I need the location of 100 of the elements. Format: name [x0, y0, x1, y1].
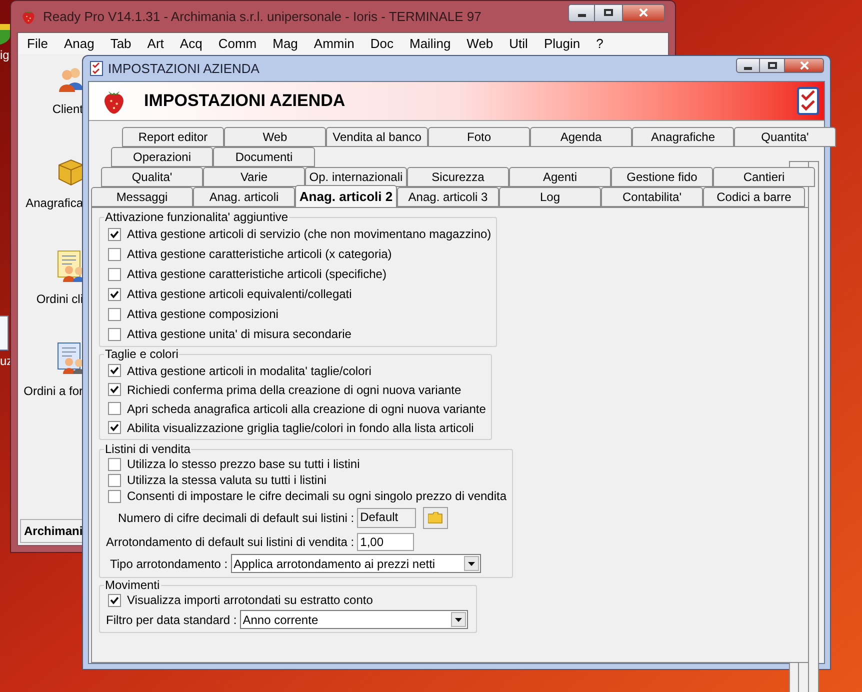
tab[interactable]: Anag. articoli — [193, 187, 295, 207]
checkbox-label: Utilizza lo stesso prezzo base su tutti i listini — [127, 457, 360, 471]
menu-item[interactable]: Mag — [272, 34, 298, 54]
window-title: Ready Pro V14.1.31 - Archimania s.r.l. unipersonale - Ioris - TERMINALE 97 — [43, 8, 482, 26]
menu-item[interactable]: Plugin — [544, 34, 580, 54]
checkbox[interactable] — [108, 594, 121, 606]
caret-icon — [454, 618, 462, 622]
field-label: Filtro per data standard : — [106, 612, 237, 626]
dropdown[interactable]: Anno corrente — [240, 610, 468, 629]
dropdown[interactable]: Applica arrotondamento ai prezzi netti — [230, 554, 481, 573]
tab[interactable]: Foto — [428, 127, 530, 147]
group-title: Movimenti — [104, 578, 161, 592]
shortcut-label[interactable]: Anagrafica — [26, 194, 83, 212]
checkbox[interactable] — [108, 248, 121, 260]
tab[interactable]: Sicurezza — [407, 167, 509, 187]
checkbox[interactable] — [108, 308, 121, 320]
close-button[interactable] — [784, 58, 824, 73]
group-title: Listini di vendita — [104, 442, 192, 456]
checkbox-label: Abilita visualizzazione griglia taglie/colori in fondo alla lista articoli — [127, 420, 474, 434]
header-title: IMPOSTAZIONI AZIENDA — [144, 90, 346, 112]
menu-item[interactable]: Web — [466, 34, 494, 54]
checkbox[interactable] — [108, 383, 121, 396]
checkbox[interactable] — [108, 288, 121, 300]
status-bar-text: Archimani — [24, 523, 83, 540]
checkbox[interactable] — [108, 328, 121, 340]
window-title: IMPOSTAZIONI AZIENDA — [108, 60, 260, 78]
caret-icon — [468, 562, 475, 566]
tab[interactable]: Gestione fido — [611, 167, 713, 187]
checkbox-label: Attiva gestione caratteristiche articoli (x categoria) — [127, 247, 392, 261]
close-button[interactable] — [622, 4, 665, 22]
checkbox-label: Richiedi conferma prima della creazione di ogni nuova variante — [127, 382, 462, 396]
checkbox[interactable] — [108, 268, 121, 280]
shortcut-label[interactable]: Client — [52, 100, 83, 118]
shortcut-label[interactable]: Ordini a for — [24, 382, 83, 400]
folder-icon — [428, 512, 444, 524]
tab[interactable]: Vendita al banco — [326, 127, 428, 147]
people-icon — [57, 66, 85, 92]
checkbox-label: Apri scheda anagrafica articoli alla creazione di ogni nuova variante — [127, 402, 486, 416]
checkbox[interactable] — [108, 474, 121, 486]
tab[interactable]: Agenti — [509, 167, 611, 187]
tab[interactable]: Anagrafiche — [632, 127, 734, 147]
tab[interactable]: Varie — [203, 167, 305, 187]
checkbox[interactable] — [108, 228, 121, 240]
tab[interactable]: Anag. articoli 2 — [295, 185, 397, 207]
checklist-icon — [797, 87, 819, 115]
minimize-button[interactable] — [568, 4, 595, 22]
maximize-button[interactable] — [595, 4, 622, 22]
tab[interactable]: Contabilita' — [601, 187, 703, 207]
checkbox[interactable] — [108, 458, 121, 470]
menu-item[interactable]: Comm — [218, 34, 257, 54]
field-label: Arrotondamento di default sui listini di vendita : — [106, 534, 354, 548]
group-title: Attivazione funzionalita' aggiuntive — [104, 210, 290, 224]
checkbox-label: Utilizza la stessa valuta su tutti i listini — [127, 473, 326, 487]
checkbox[interactable] — [108, 402, 121, 415]
tab[interactable]: Quantita' — [734, 127, 836, 147]
menu-item[interactable]: Acq — [180, 34, 202, 54]
close-icon — [639, 8, 648, 17]
tab[interactable]: Report editor — [122, 127, 224, 147]
tab[interactable]: Qualita' — [101, 167, 203, 187]
field-label: Tipo arrotondamento : — [110, 556, 228, 570]
tab[interactable]: Agenda — [530, 127, 632, 147]
input-field[interactable]: 1,00 — [357, 532, 414, 550]
tab[interactable]: Codici a barre — [703, 187, 805, 207]
shortcut-label[interactable]: Ordini cli — [36, 290, 83, 308]
checkbox-label: Attiva gestione caratteristiche articoli (specifiche) — [127, 267, 386, 281]
menu-item[interactable]: Ammin — [314, 34, 354, 54]
tab[interactable]: Log — [499, 187, 601, 207]
input-field[interactable]: Default — [357, 508, 416, 528]
menu-item[interactable]: Tab — [110, 34, 132, 54]
checkbox[interactable] — [108, 421, 121, 434]
tab[interactable]: Web — [224, 127, 326, 147]
menu-item[interactable]: Anag — [64, 34, 94, 54]
document-people-icon — [57, 342, 85, 374]
checkbox-label: Attiva gestione articoli equivalenti/collegati — [127, 287, 352, 301]
checkbox-label: Attiva gestione articoli in modalita' taglie/colori — [127, 364, 372, 378]
tab[interactable]: Documenti — [213, 147, 315, 167]
maximize-button[interactable] — [760, 58, 784, 73]
document-people-icon — [57, 250, 85, 282]
menu-item[interactable]: Mailing — [409, 34, 451, 54]
checkbox-label: Attiva gestione composizioni — [127, 307, 278, 321]
checkbox[interactable] — [108, 490, 121, 502]
tab[interactable]: Op. internazionali — [305, 167, 407, 187]
menu-item[interactable]: Util — [509, 34, 528, 54]
tab[interactable]: Cantieri — [713, 167, 815, 187]
menu-item[interactable]: Doc — [370, 34, 394, 54]
tab[interactable]: Anag. articoli 3 — [397, 187, 499, 207]
field-label: Numero di cifre decimali di default sui listini : — [118, 511, 354, 525]
menu-item[interactable]: File — [27, 34, 48, 54]
tab[interactable]: Operazioni — [111, 147, 213, 167]
checkbox[interactable] — [108, 364, 121, 377]
checkbox-label: Attiva gestione articoli di servizio (che non movimentano magazzino) — [127, 227, 492, 241]
desktop-icon-label[interactable]: ig — [0, 48, 10, 62]
group-title: Taglie e colori — [104, 347, 180, 361]
minimize-button[interactable] — [736, 58, 760, 73]
app-logo-icon — [20, 8, 37, 25]
menu-item[interactable]: Art — [147, 34, 164, 54]
checkbox-label: Attiva gestione unita' di misura secondarie — [127, 327, 352, 341]
checklist-icon — [90, 61, 103, 76]
tab[interactable]: Messaggi — [91, 187, 193, 207]
menu-item[interactable]: ? — [596, 34, 604, 54]
